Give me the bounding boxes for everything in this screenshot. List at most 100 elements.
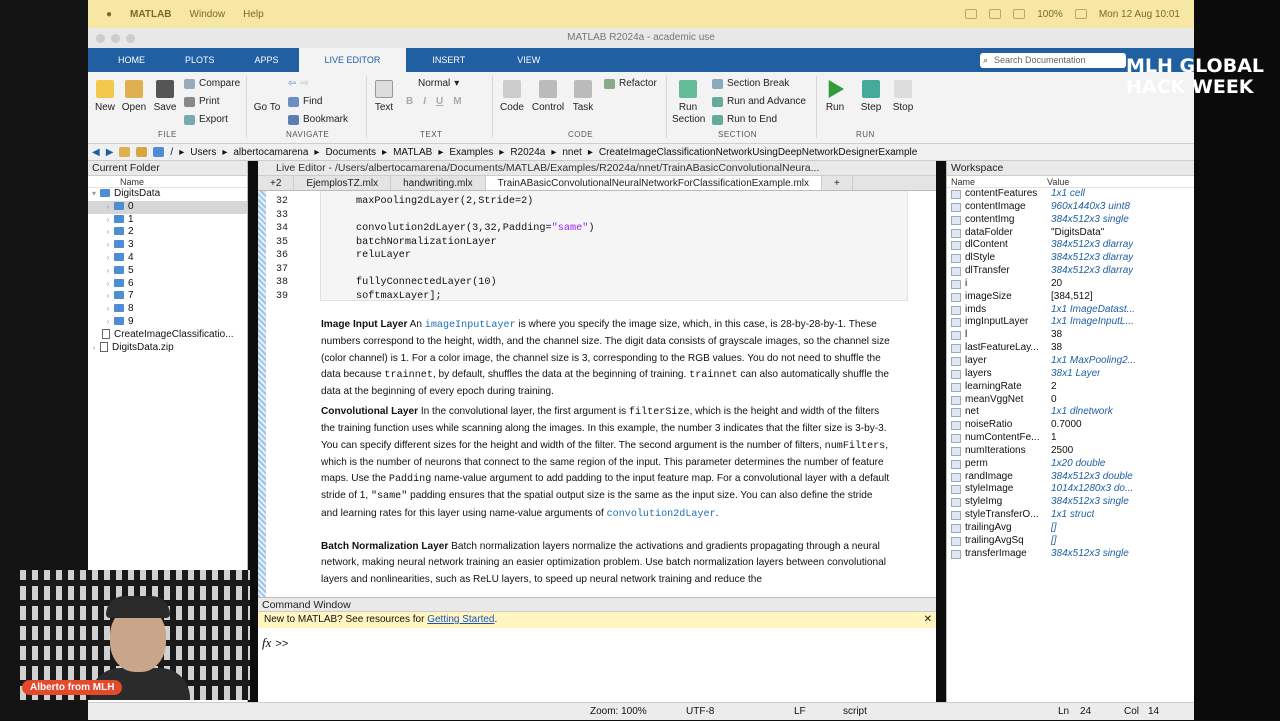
- bold-button[interactable]: B: [406, 96, 413, 107]
- workspace-variable-row[interactable]: randImage 384x512x3 double: [947, 471, 1194, 484]
- browse-folder-icon[interactable]: [136, 147, 148, 157]
- workspace-variable-row[interactable]: learningRate 2: [947, 381, 1194, 394]
- code-line[interactable]: reluLayer: [356, 250, 411, 261]
- step-button[interactable]: Step: [858, 80, 884, 113]
- workspace-variable-row[interactable]: layer 1x1 MaxPooling2...: [947, 355, 1194, 368]
- column-header-name[interactable]: Name: [947, 176, 1047, 187]
- breadcrumb-item[interactable]: Examples: [449, 147, 493, 158]
- text-paragraph[interactable]: Convolutional Layer In the convolutional…: [321, 404, 891, 523]
- line-ending[interactable]: LF: [794, 703, 806, 721]
- refactor-button[interactable]: Refactor: [604, 78, 657, 89]
- italic-button[interactable]: I: [423, 96, 426, 107]
- tab-live-editor[interactable]: LIVE EDITOR: [298, 48, 407, 72]
- workspace-variable-row[interactable]: noiseRatio 0.7000: [947, 419, 1194, 432]
- getting-started-link[interactable]: Getting Started: [427, 614, 494, 625]
- breadcrumb-item[interactable]: nnet: [562, 147, 581, 158]
- zoom-level[interactable]: Zoom: 100%: [590, 703, 647, 721]
- section-break-button[interactable]: Section Break: [712, 78, 789, 89]
- text-paragraph[interactable]: Batch Normalization Layer Batch normaliz…: [321, 539, 891, 588]
- workspace-variable-row[interactable]: imageSize [384,512]: [947, 291, 1194, 304]
- workspace-variable-row[interactable]: dlContent 384x512x3 dlarray: [947, 239, 1194, 252]
- workspace-variable-row[interactable]: contentFeatures 1x1 cell: [947, 188, 1194, 201]
- menu-help[interactable]: Help: [243, 9, 264, 20]
- up-folder-icon[interactable]: [119, 147, 131, 157]
- print-button[interactable]: Print: [184, 96, 220, 107]
- tab-home[interactable]: HOME: [98, 48, 165, 72]
- folder-item[interactable]: › 9: [88, 316, 247, 329]
- doc-link[interactable]: convolution2dLayer: [607, 509, 716, 520]
- workspace-variable-row[interactable]: trailingAvg []: [947, 522, 1194, 535]
- menu-window[interactable]: Window: [190, 9, 226, 20]
- code-line[interactable]: maxPooling2dLayer(2,Stride=2): [356, 196, 533, 207]
- workspace-variable-row[interactable]: contentImg 384x512x3 single: [947, 214, 1194, 227]
- code-line[interactable]: batchNormalizationLayer: [356, 237, 497, 248]
- open-button[interactable]: Open: [120, 80, 148, 113]
- task-button[interactable]: Task: [568, 80, 598, 113]
- monospace-button[interactable]: M: [453, 96, 461, 107]
- close-window-icon[interactable]: [96, 34, 105, 43]
- folder-item[interactable]: › 6: [88, 278, 247, 291]
- run-to-end-button[interactable]: Run to End: [712, 114, 777, 125]
- apple-icon[interactable]: ●: [106, 9, 112, 20]
- file-item[interactable]: CreateImageClassificatio...: [88, 328, 247, 342]
- run-section-button[interactable]: Run Section: [672, 80, 705, 126]
- text-paragraph[interactable]: Image Input Layer An imageInputLayer is …: [321, 317, 891, 400]
- workspace-variable-row[interactable]: styleImage 1014x1280x3 do...: [947, 483, 1194, 496]
- address-bar[interactable]: ◀ ▶ / ▸ Users ▸ albertocamarena ▸ Documents…: [88, 144, 1194, 161]
- new-button[interactable]: New: [92, 80, 118, 113]
- folder-item[interactable]: › 4: [88, 252, 247, 265]
- column-header-name[interactable]: Name: [88, 176, 247, 188]
- folder-item[interactable]: › 2: [88, 226, 247, 239]
- workspace-variable-row[interactable]: perm 1x20 double: [947, 458, 1194, 471]
- function-browser-icon[interactable]: fx: [262, 635, 271, 650]
- save-button[interactable]: Save: [152, 80, 178, 113]
- workspace-variable-row[interactable]: styleTransferO... 1x1 struct: [947, 509, 1194, 522]
- code-line[interactable]: softmaxLayer];: [356, 291, 442, 302]
- tab-plots[interactable]: PLOTS: [165, 48, 235, 72]
- nav-arrows[interactable]: ⇦ ⇨: [288, 78, 309, 89]
- tab-view[interactable]: VIEW: [491, 48, 566, 72]
- workspace-variable-row[interactable]: numContentFe... 1: [947, 432, 1194, 445]
- search-documentation-input[interactable]: Search Documentation: [980, 53, 1126, 68]
- workspace-variable-row[interactable]: layers 38x1 Layer: [947, 368, 1194, 381]
- workspace-variable-row[interactable]: imds 1x1 ImageDatast...: [947, 304, 1194, 317]
- workspace-variable-row[interactable]: contentImage 960x1440x3 uint8: [947, 201, 1194, 214]
- workspace-variable-row[interactable]: l 38: [947, 329, 1194, 342]
- breadcrumb-item[interactable]: Documents: [325, 147, 376, 158]
- breadcrumb-item[interactable]: albertocamarena: [233, 147, 308, 158]
- tab-file[interactable]: handwriting.mlx: [391, 176, 486, 190]
- workspace-variable-row[interactable]: styleImg 384x512x3 single: [947, 496, 1194, 509]
- breadcrumb-item[interactable]: R2024a: [510, 147, 545, 158]
- doc-link[interactable]: imageInputLayer: [425, 320, 516, 331]
- workspace-variable-row[interactable]: meanVggNet 0: [947, 394, 1194, 407]
- code-button[interactable]: Code: [498, 80, 526, 113]
- breadcrumb-item[interactable]: CreateImageClassificationNetworkUsingDee…: [599, 147, 917, 158]
- compare-button[interactable]: Compare: [184, 78, 240, 89]
- style-dropdown[interactable]: Normal ▾: [418, 78, 459, 89]
- more-tabs-button[interactable]: +2: [258, 176, 295, 190]
- control-button[interactable]: Control: [530, 80, 566, 113]
- code-line[interactable]: fullyConnectedLayer(10): [356, 277, 497, 288]
- tab-apps[interactable]: APPS: [235, 48, 299, 72]
- close-icon[interactable]: ✕: [924, 612, 932, 628]
- breadcrumb-root[interactable]: /: [170, 147, 173, 158]
- folder-item[interactable]: › 8: [88, 303, 247, 316]
- run-button[interactable]: Run: [822, 80, 848, 113]
- find-button[interactable]: Find: [288, 96, 322, 107]
- folder-root[interactable]: ▾ DigitsData: [88, 188, 247, 201]
- file-item[interactable]: › DigitsData.zip: [88, 341, 247, 355]
- command-window-panel[interactable]: Command Window New to MATLAB? See resour…: [258, 597, 936, 702]
- column-header-value[interactable]: Value: [1047, 176, 1069, 187]
- breadcrumb-item[interactable]: Users: [190, 147, 216, 158]
- workspace-variable-row[interactable]: numIterations 2500: [947, 445, 1194, 458]
- encoding[interactable]: UTF-8: [686, 703, 714, 721]
- forward-icon[interactable]: ▶: [106, 147, 114, 158]
- folder-item[interactable]: › 3: [88, 239, 247, 252]
- workspace-variable-row[interactable]: imgInputLayer 1x1 ImageInputL...: [947, 316, 1194, 329]
- workspace-variable-row[interactable]: dlTransfer 384x512x3 dlarray: [947, 265, 1194, 278]
- folder-item[interactable]: › 5: [88, 265, 247, 278]
- workspace-variable-row[interactable]: lastFeatureLay... 38: [947, 342, 1194, 355]
- back-icon[interactable]: ◀: [92, 147, 100, 158]
- run-advance-button[interactable]: Run and Advance: [712, 96, 806, 107]
- file-type[interactable]: script: [843, 703, 867, 721]
